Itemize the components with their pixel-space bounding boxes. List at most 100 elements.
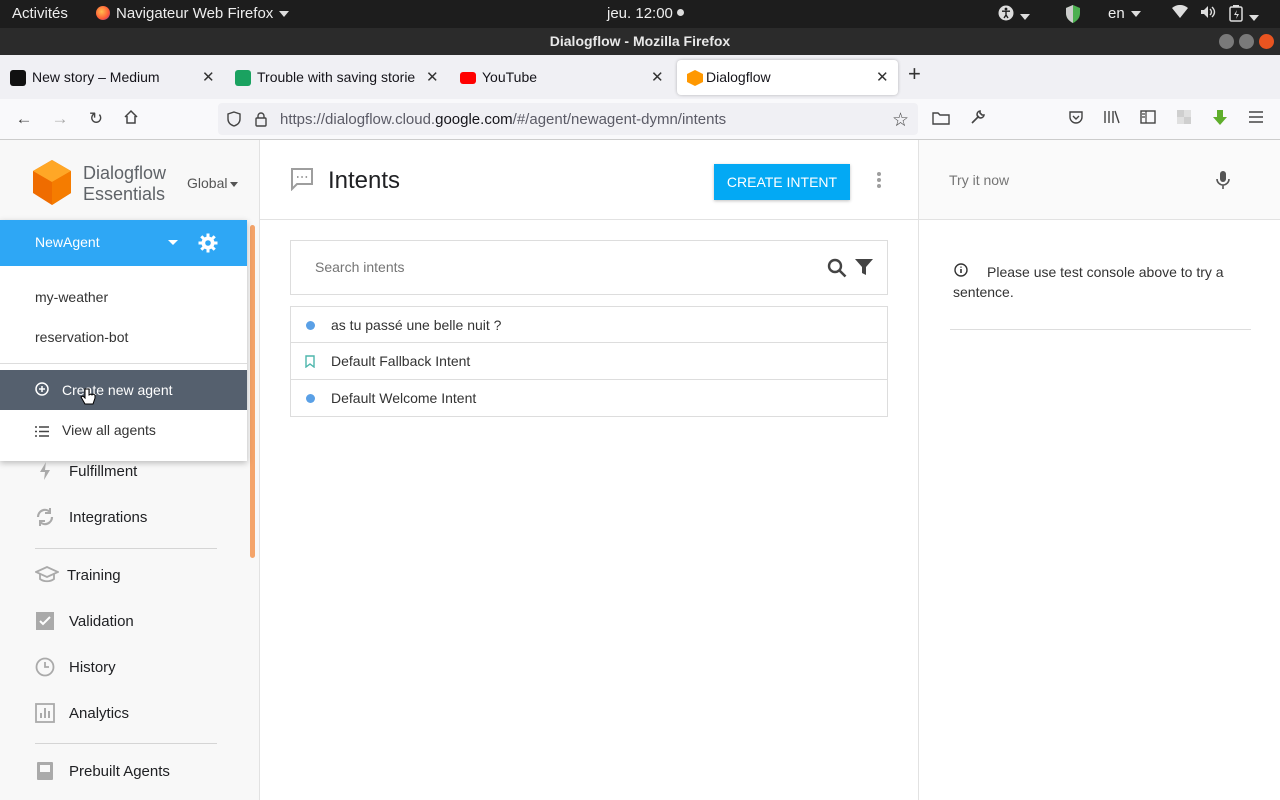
- chevron-down-icon: [230, 181, 239, 187]
- new-tab-icon[interactable]: +: [908, 61, 934, 96]
- dialogflow-logo-icon[interactable]: [33, 160, 71, 210]
- sidebar-toggle-icon[interactable]: [1138, 109, 1158, 129]
- agent-item-reservation-bot[interactable]: reservation-bot: [0, 317, 247, 357]
- close-tab-icon[interactable]: ✕: [426, 68, 439, 86]
- clock[interactable]: jeu. 12:00: [607, 5, 685, 22]
- hamburger-menu-icon[interactable]: [1246, 109, 1266, 129]
- app-menu[interactable]: Navigateur Web Firefox: [96, 5, 290, 22]
- home-icon[interactable]: [121, 109, 141, 129]
- chevron-down-icon: [279, 11, 290, 18]
- microphone-icon[interactable]: [1216, 170, 1230, 195]
- gear-icon[interactable]: [198, 233, 218, 258]
- window-title-bar: Dialogflow - Mozilla Firefox: [0, 28, 1280, 55]
- view-all-agents-item[interactable]: View all agents: [0, 410, 247, 450]
- volume-icon[interactable]: [1200, 5, 1216, 23]
- add-circle-icon: [35, 382, 49, 399]
- test-console: Please use test console above to try a s…: [918, 140, 1280, 800]
- url-text: https://dialogflow.cloud.google.com/#/ag…: [280, 111, 726, 128]
- close-window-icon[interactable]: [1259, 34, 1274, 49]
- sidebar-item-label: Training: [67, 567, 121, 584]
- tab-bar: New story – Medium ✕ Trouble with saving…: [0, 55, 1280, 99]
- back-icon[interactable]: ←: [14, 109, 34, 129]
- chat-icon: [290, 167, 314, 196]
- intents-header: Intents CREATE INTENT: [260, 140, 918, 220]
- brand-line-1: Dialogflow: [83, 163, 167, 183]
- agent-item-my-weather[interactable]: my-weather: [0, 277, 247, 317]
- search-intents-input[interactable]: [301, 251, 801, 283]
- window-title: Dialogflow - Mozilla Firefox: [549, 33, 731, 49]
- medium-favicon-icon: [10, 70, 26, 86]
- tab-trouble-saving[interactable]: Trouble with saving storie ✕: [225, 60, 447, 95]
- create-intent-button[interactable]: CREATE INTENT: [714, 164, 850, 200]
- intent-row[interactable]: as tu passé une belle nuit ?: [290, 306, 888, 343]
- region-selector[interactable]: Global: [187, 175, 239, 191]
- accessibility-icon[interactable]: [998, 5, 1030, 25]
- reload-icon[interactable]: ↻: [86, 109, 106, 129]
- agent-selector[interactable]: NewAgent: [0, 220, 247, 266]
- lock-icon[interactable]: [254, 111, 268, 132]
- intents-panel: Intents CREATE INTENT as tu passé une be…: [260, 140, 918, 800]
- url-domain: google.com: [435, 111, 513, 128]
- app-menu-label: Navigateur Web Firefox: [116, 5, 274, 22]
- battery-icon[interactable]: [1229, 5, 1259, 26]
- menu-divider: [0, 363, 247, 364]
- tab-dialogflow[interactable]: Dialogflow ✕: [677, 60, 898, 95]
- list-icon: [35, 424, 49, 440]
- minimize-icon[interactable]: [1219, 34, 1234, 49]
- bar-chart-icon: [35, 703, 55, 723]
- wrench-icon[interactable]: [968, 109, 988, 129]
- close-tab-icon[interactable]: ✕: [651, 68, 664, 86]
- region-label: Global: [187, 175, 228, 191]
- more-vert-icon[interactable]: [876, 171, 882, 194]
- tab-label: New story – Medium: [32, 69, 160, 85]
- shield-icon[interactable]: [1064, 4, 1082, 28]
- scrollbar-thumb[interactable]: [250, 225, 255, 558]
- intent-name: Default Fallback Intent: [331, 353, 471, 369]
- try-it-now-input[interactable]: [939, 164, 1209, 196]
- create-new-agent-item[interactable]: Create new agent: [0, 370, 247, 410]
- filter-icon[interactable]: [855, 258, 873, 281]
- activities-button[interactable]: Activités: [12, 5, 68, 22]
- tracking-shield-icon[interactable]: [226, 111, 242, 132]
- bookmark-star-icon[interactable]: ☆: [892, 109, 909, 132]
- search-icon[interactable]: [827, 258, 847, 283]
- language-menu[interactable]: en: [1108, 5, 1141, 22]
- close-tab-icon[interactable]: ✕: [876, 68, 889, 86]
- address-bar[interactable]: https://dialogflow.cloud.google.com/#/ag…: [218, 103, 918, 135]
- sidebar-item-label: Analytics: [69, 705, 130, 722]
- intent-row[interactable]: Default Welcome Intent: [290, 380, 888, 417]
- library-icon[interactable]: [1102, 109, 1122, 129]
- sidebar-item-label: History: [69, 659, 116, 676]
- notification-dot-icon: [677, 9, 685, 16]
- info-icon: [954, 262, 968, 282]
- chevron-down-icon[interactable]: [168, 240, 178, 245]
- language-label: en: [1108, 5, 1125, 22]
- extension-save-icon[interactable]: [931, 109, 951, 129]
- hand-cursor-icon: [80, 388, 96, 409]
- close-tab-icon[interactable]: ✕: [202, 68, 215, 86]
- brand-name: Dialogflow Essentials: [83, 163, 166, 205]
- chevron-down-icon: [1020, 14, 1030, 21]
- clock-icon: [35, 657, 55, 677]
- tab-youtube[interactable]: YouTube ✕: [450, 60, 674, 95]
- sync-icon: [35, 507, 55, 527]
- info-text: Please use test console above to try a s…: [953, 264, 1224, 300]
- wifi-icon[interactable]: [1172, 4, 1188, 23]
- bookmark-icon: [305, 355, 315, 371]
- chevron-down-icon: [1130, 11, 1141, 18]
- create-new-agent-label: Create new agent: [62, 382, 173, 398]
- url-suffix: /#/agent/newagent-dymn/intents: [512, 111, 727, 128]
- sidebar-item-label: Prebuilt Agents: [69, 763, 170, 780]
- agent-item-label: my-weather: [35, 289, 109, 305]
- chevron-down-icon: [1249, 15, 1259, 22]
- book-icon: [35, 761, 55, 781]
- tab-medium[interactable]: New story – Medium ✕: [0, 60, 224, 95]
- tab-label: YouTube: [482, 69, 538, 85]
- extension-grid-icon[interactable]: [1174, 109, 1194, 129]
- intent-name: as tu passé une belle nuit ?: [331, 317, 502, 333]
- forward-icon[interactable]: →: [50, 109, 70, 129]
- intent-row[interactable]: Default Fallback Intent: [290, 343, 888, 380]
- download-icon[interactable]: [1210, 109, 1230, 129]
- pocket-icon[interactable]: [1066, 109, 1086, 129]
- maximize-icon[interactable]: [1239, 34, 1254, 49]
